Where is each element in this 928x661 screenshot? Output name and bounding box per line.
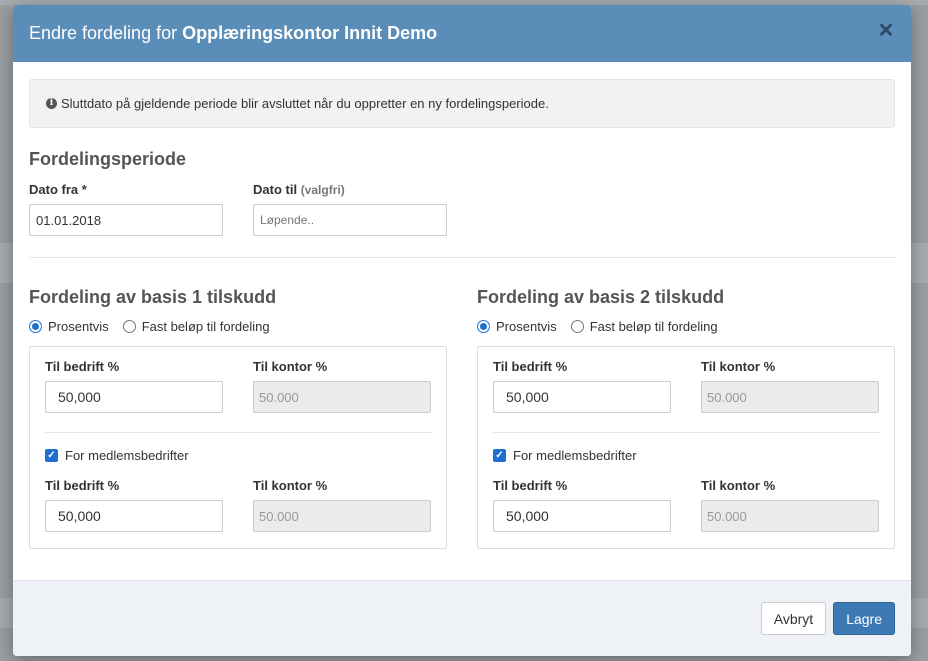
modal-header: Endre fordeling for Opplæringskontor Inn… <box>13 5 911 62</box>
basis-2-company-label: Til bedrift % <box>493 359 568 374</box>
basis-2-members-company-label: Til bedrift % <box>493 478 568 493</box>
basis-2-members-row: ✓ For medlemsbedrifter <box>493 448 879 463</box>
basis-1-radio-fixed-label[interactable]: Fast beløp til fordeling <box>142 319 270 334</box>
basis-2-mode: Prosentvis Fast beløp til fordeling <box>477 319 895 334</box>
basis-2-section: Fordeling av basis 2 tilskudd Prosentvis… <box>477 287 895 549</box>
basis-1-company-field: Til bedrift % 50,000 <box>45 359 223 413</box>
period-fields: Dato fra * 01.01.2018 Dato til (valgfri)… <box>29 182 895 236</box>
basis-2-members-label[interactable]: For medlemsbedrifter <box>513 448 637 463</box>
modal-title-org: Opplæringskontor Innit Demo <box>182 23 438 43</box>
basis-1-mode: Prosentvis Fast beløp til fordeling <box>29 319 447 334</box>
basis-1-members-label[interactable]: For medlemsbedrifter <box>65 448 189 463</box>
basis-1-radio-percent-label[interactable]: Prosentvis <box>48 319 109 334</box>
date-from-field: Dato fra * 01.01.2018 <box>29 182 223 236</box>
info-circle-icon: i <box>46 98 57 109</box>
basis-1-members-office-input: 50.000 <box>253 500 431 532</box>
basis-2-office-input: 50.000 <box>701 381 879 413</box>
basis-1-office-field: Til kontor % 50.000 <box>253 359 431 413</box>
basis-2-members-company-input[interactable]: 50,000 <box>493 500 671 532</box>
basis-2-radio-fixed-label[interactable]: Fast beløp til fordeling <box>590 319 718 334</box>
period-heading: Fordelingsperiode <box>29 149 187 169</box>
basis-1-panel: Til bedrift % 50,000 Til kontor % 50.000… <box>29 346 447 549</box>
modal-footer: Avbryt Lagre <box>13 580 911 656</box>
date-to-field: Dato til (valgfri) Løpende.. <box>253 182 447 236</box>
basis-columns: Fordeling av basis 1 tilskudd Prosentvis… <box>29 287 895 549</box>
basis-1-office-input: 50.000 <box>253 381 431 413</box>
basis-2-members-office-field: Til kontor % 50.000 <box>701 478 879 532</box>
basis-2-panel: Til bedrift % 50,000 Til kontor % 50.000… <box>477 346 895 549</box>
basis-2-members-office-input: 50.000 <box>701 500 879 532</box>
basis-1-members-office-label: Til kontor % <box>253 478 328 493</box>
date-to-label-wrap: Dato til (valgfri) <box>253 182 447 197</box>
basis-1-radio-percent[interactable] <box>29 320 42 333</box>
basis-1-radio-fixed[interactable] <box>122 320 136 333</box>
basis-2-members-checkbox[interactable]: ✓ <box>493 449 506 462</box>
modal-body: i Sluttdato på gjeldende periode blir av… <box>13 62 911 549</box>
basis-2-members-pair: Til bedrift % 50,000 Til kontor % 50.000 <box>493 478 879 532</box>
basis-1-members-company-field: Til bedrift % 50,000 <box>45 478 223 532</box>
basis-1-heading: Fordeling av basis 1 tilskudd <box>29 287 277 307</box>
basis-1-main-pair: Til bedrift % 50,000 Til kontor % 50.000 <box>45 359 431 413</box>
basis-1-members-checkbox[interactable]: ✓ <box>45 449 58 462</box>
basis-2-office-label: Til kontor % <box>701 359 776 374</box>
basis-2-office-field: Til kontor % 50.000 <box>701 359 879 413</box>
basis-1-members-pair: Til bedrift % 50,000 Til kontor % 50.000 <box>45 478 431 532</box>
date-to-input[interactable]: Løpende.. <box>253 204 447 236</box>
close-icon[interactable]: ✕ <box>877 21 895 41</box>
date-to-optional: (valgfri) <box>300 183 345 197</box>
info-alert: i Sluttdato på gjeldende periode blir av… <box>29 79 895 128</box>
section-divider <box>29 257 895 258</box>
basis-2-members-office-label: Til kontor % <box>701 478 776 493</box>
basis-1-office-label: Til kontor % <box>253 359 328 374</box>
basis-1-members-company-label: Til bedrift % <box>45 478 120 493</box>
basis-1-company-label: Til bedrift % <box>45 359 120 374</box>
basis-2-members-company-field: Til bedrift % 50,000 <box>493 478 671 532</box>
basis-1-section: Fordeling av basis 1 tilskudd Prosentvis… <box>29 287 447 549</box>
cancel-button[interactable]: Avbryt <box>760 602 827 635</box>
basis-2-company-input[interactable]: 50,000 <box>493 381 671 413</box>
basis-1-members-row: ✓ For medlemsbedrifter <box>45 448 431 463</box>
basis-1-members-company-input[interactable]: 50,000 <box>45 500 223 532</box>
basis-1-members-office-field: Til kontor % 50.000 <box>253 478 431 532</box>
info-text: Sluttdato på gjeldende periode blir avsl… <box>61 96 549 111</box>
basis-2-panel-divider <box>493 432 879 433</box>
edit-distribution-modal: Endre fordeling for Opplæringskontor Inn… <box>13 5 911 656</box>
basis-2-company-field: Til bedrift % 50,000 <box>493 359 671 413</box>
date-from-input[interactable]: 01.01.2018 <box>29 204 223 236</box>
basis-2-heading: Fordeling av basis 2 tilskudd <box>477 287 725 307</box>
basis-2-main-pair: Til bedrift % 50,000 Til kontor % 50.000 <box>493 359 879 413</box>
modal-title-prefix: Endre fordeling for <box>29 23 178 43</box>
date-from-label: Dato fra * <box>29 182 87 197</box>
basis-2-radio-percent-label[interactable]: Prosentvis <box>496 319 557 334</box>
save-button[interactable]: Lagre <box>833 602 895 635</box>
basis-2-radio-percent[interactable] <box>477 320 490 333</box>
basis-1-company-input[interactable]: 50,000 <box>45 381 223 413</box>
basis-2-radio-fixed[interactable] <box>570 320 584 333</box>
date-to-label: Dato til <box>253 182 298 197</box>
basis-1-panel-divider <box>45 432 431 433</box>
